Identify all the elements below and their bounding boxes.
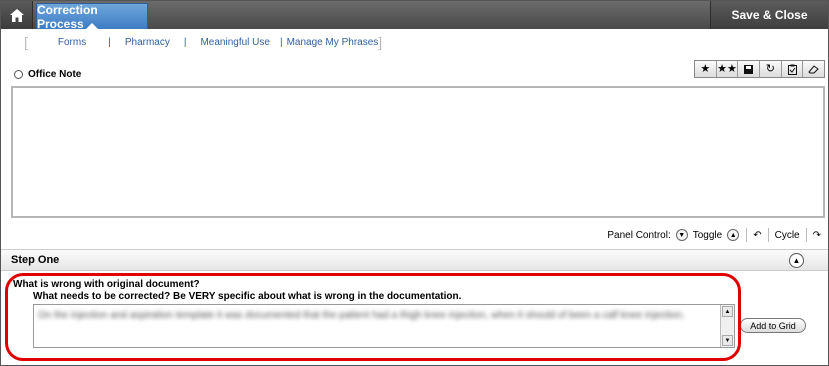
nav-link-manage-phrases[interactable]: Manage My Phrases <box>287 37 379 48</box>
nav-link-forms[interactable]: Forms <box>28 37 94 48</box>
office-note-textarea[interactable] <box>11 86 825 218</box>
step-header: Step One ▲ <box>1 249 828 271</box>
refresh-icon[interactable]: ↻ <box>760 61 782 77</box>
double-star-icon[interactable]: ★★ <box>717 61 739 77</box>
star-icon[interactable]: ★ <box>695 61 717 77</box>
nav-separator: | <box>108 36 111 48</box>
nav-separator: | <box>183 36 187 48</box>
panel-control: Panel Control: ▼ Toggle ▲ ↶ Cycle ↷ <box>605 227 823 243</box>
toggle-label: Toggle <box>692 229 723 241</box>
panel-separator <box>767 228 769 242</box>
nav-link-meaningful-use[interactable]: Meaningful Use <box>200 37 269 48</box>
home-button[interactable] <box>1 1 33 29</box>
toggle-down-icon[interactable]: ▼ <box>675 229 688 241</box>
note-toolbar: ★ ★★ ↻ <box>694 60 825 78</box>
panel-separator <box>805 228 807 242</box>
cycle-label: Cycle <box>774 229 800 241</box>
nav-bracket-right: ] <box>378 34 383 50</box>
add-to-grid-label: Add to Grid <box>750 320 796 331</box>
office-note-radio[interactable] <box>14 70 23 79</box>
nav-link-pharmacy[interactable]: Pharmacy <box>125 37 170 48</box>
nav-links: [ Forms | Pharmacy | Meaningful Use | Ma… <box>24 34 382 50</box>
step-title: Step One <box>11 254 60 266</box>
home-icon <box>9 8 24 22</box>
save-close-label: Save & Close <box>731 8 808 22</box>
cycle-forward-icon[interactable]: ↷ <box>813 230 821 241</box>
top-bar: Correction Process Save & Close <box>1 1 828 31</box>
clipboard-icon[interactable] <box>782 61 804 77</box>
save-icon[interactable] <box>738 61 761 77</box>
tab-notch <box>86 23 98 29</box>
office-note-label: Office Note <box>28 69 82 80</box>
toggle-up-icon[interactable]: ▲ <box>727 229 740 241</box>
panel-separator <box>746 228 748 242</box>
highlight-annotation <box>5 273 741 361</box>
panel-control-label: Panel Control: <box>607 229 671 241</box>
eraser-icon[interactable] <box>803 61 824 77</box>
nav-separator: | <box>279 36 283 48</box>
cycle-back-icon[interactable]: ↶ <box>753 230 761 241</box>
add-to-grid-button[interactable]: Add to Grid <box>740 318 806 333</box>
save-close-button[interactable]: Save & Close <box>710 1 828 29</box>
collapse-up-icon[interactable]: ▲ <box>789 253 804 268</box>
